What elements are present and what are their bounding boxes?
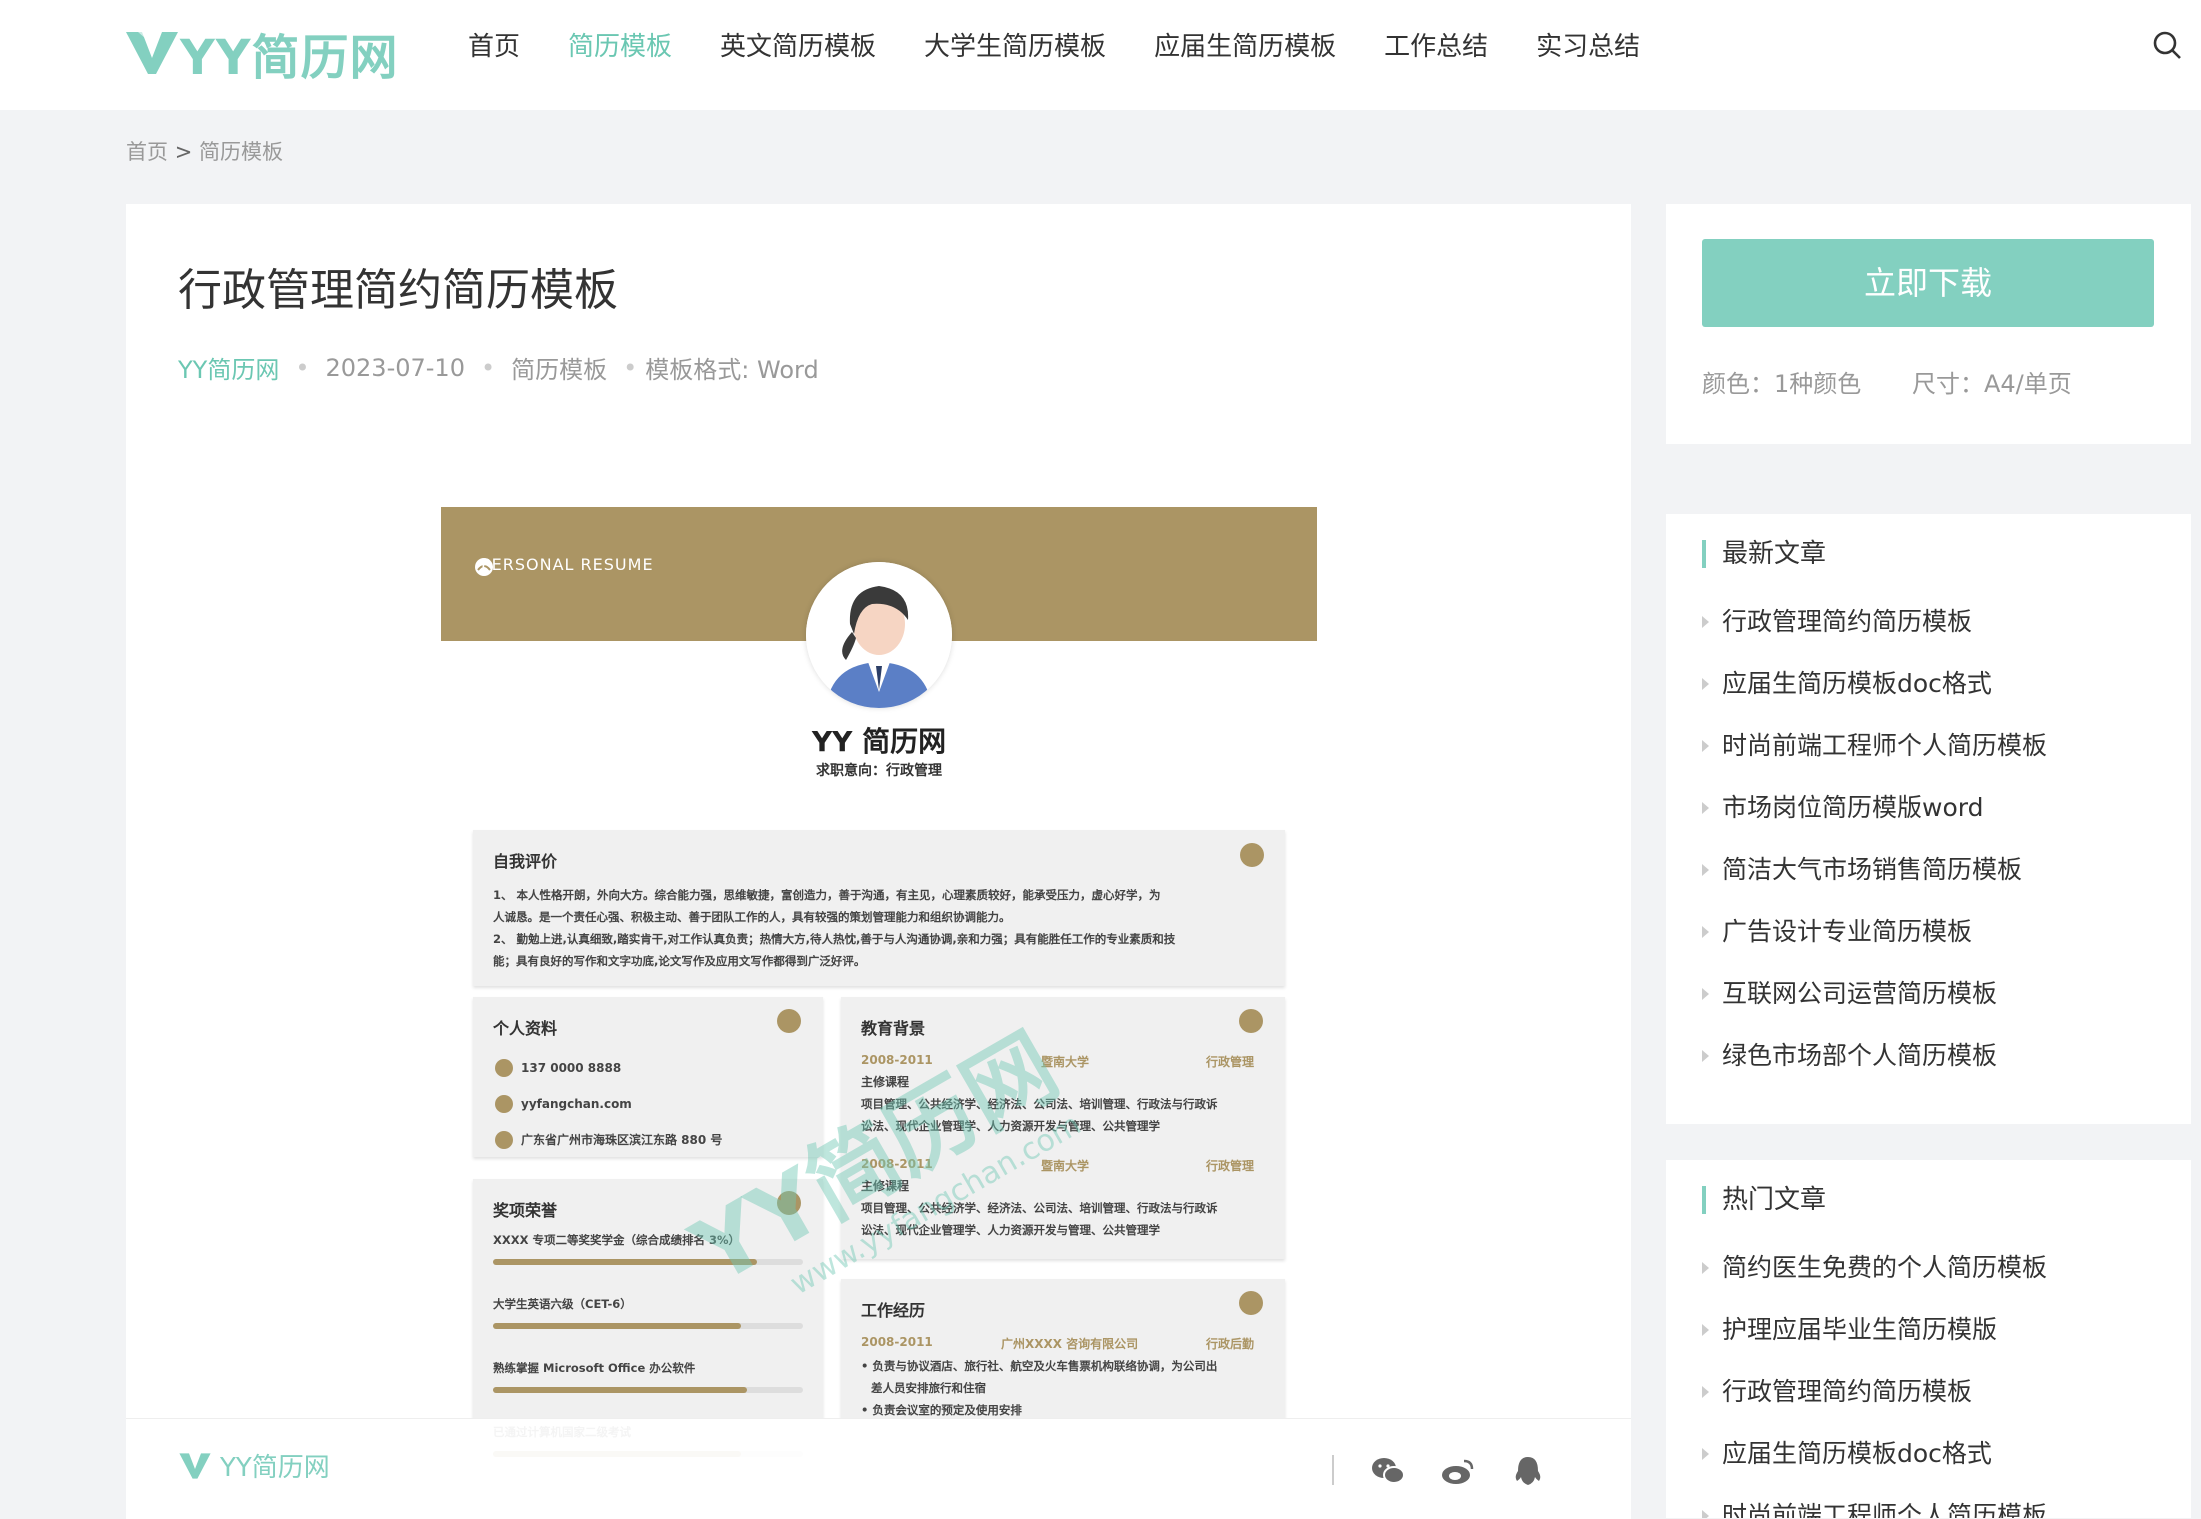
award-progress-track [493, 1387, 803, 1393]
article-link[interactable]: 时尚前端工程师个人简历模板 [1702, 1498, 2047, 1518]
logo-icon [126, 32, 178, 74]
resume-section-title: 工作经历 [861, 1301, 926, 1320]
person-avatar-icon [806, 562, 952, 708]
download-button[interactable]: 立即下载 [1702, 239, 2154, 327]
download-card: 立即下载 颜色：1种颜色 尺寸：A4/单页 [1666, 204, 2191, 444]
work-line: • 负责与协议酒店、旅行社、航空及火车售票机构联络协调，为公司出 [861, 1359, 1218, 1373]
logo-icon [179, 1452, 211, 1479]
resume-eval-line: 2、 勤勉上进,认真细致,踏实肯干,对工作认真负责；热情大方,待人热忱,善于与人… [493, 932, 1176, 946]
color-info: 颜色：1种颜色 [1702, 370, 1862, 398]
location-icon [495, 1131, 513, 1149]
article-link[interactable]: 行政管理简约简历模板 [1702, 1374, 2047, 1436]
article-link[interactable]: 时尚前端工程师个人简历模板 [1702, 728, 2047, 790]
meta-dot: • [295, 353, 310, 382]
article-link[interactable]: 简洁大气市场销售简历模板 [1702, 852, 2047, 914]
weibo-icon[interactable] [1440, 1455, 1476, 1487]
breadcrumb-separator: > [174, 140, 193, 164]
document-icon [777, 1009, 801, 1033]
edu-major: 行政管理 [1206, 1159, 1255, 1173]
meta-dot: • [480, 353, 496, 382]
breadcrumb-current[interactable]: 简历模板 [199, 140, 283, 164]
article-link[interactable]: 护理应届毕业生简历模版 [1702, 1312, 2047, 1374]
mail-icon [495, 1095, 513, 1113]
breadcrumb-home[interactable]: 首页 [126, 140, 168, 164]
article-link[interactable]: 应届生简历模板doc格式 [1702, 666, 2047, 728]
nav-item[interactable]: 首页 [468, 27, 520, 67]
work-role: 行政后勤 [1206, 1337, 1255, 1351]
article-link[interactable]: 行政管理简约简历模板 [1702, 604, 2047, 666]
award-progress-track [493, 1323, 803, 1329]
resume-name: YY 简历网 [811, 725, 947, 758]
search-icon[interactable] [2152, 30, 2182, 60]
footer-logo[interactable]: YY简历网 [178, 1447, 330, 1484]
resume-intent: 求职意向：行政管理 [816, 763, 942, 779]
work-line: 差人员安排旅行和住宿 [871, 1381, 986, 1395]
award-progress-fill [493, 1323, 741, 1329]
briefcase-icon [1239, 1291, 1263, 1315]
latest-articles-list: 行政管理简约简历模板 应届生简历模板doc格式 时尚前端工程师个人简历模板 市场岗位简… [1702, 604, 2047, 1100]
nav-item[interactable]: 大学生简历模板 [924, 27, 1106, 67]
article-link[interactable]: 互联网公司运营简历模板 [1702, 976, 2047, 1038]
nav-item[interactable]: 简历模板 [568, 27, 672, 67]
resume-avatar [806, 562, 952, 708]
resume-eval-line: 1、 本人性格开朗，外向大方。综合能力强，思维敏捷，富创造力，善于沟通，有主见，… [493, 888, 1161, 902]
breadcrumb: 首页 > 简历模板 [126, 136, 283, 166]
resume-eval-line: 能；具有良好的写作和文字功底,论文写作及应用文写作都得到广泛好评。 [493, 954, 866, 968]
article-meta: YY简历网 • 2023-07-10 • 简历模板 • 模板格式: Word [178, 350, 819, 385]
user-icon [1240, 843, 1264, 867]
size-info: 尺寸：A4/单页 [1912, 370, 2072, 398]
article-link[interactable]: 应届生简历模板doc格式 [1702, 1436, 2047, 1498]
phone-icon [495, 1059, 513, 1077]
hot-articles-title: 热门文章 [1702, 1186, 1826, 1214]
resume-info-section: 个人资料 137 0000 8888 yyfangchan.com 广东省广州市… [473, 997, 823, 1157]
resume-eval-line: 人诚恳。是一个责任心强、积极主动、善于团队工作的人，具有较强的策划管理能力和组织… [493, 910, 1011, 924]
latest-articles-card: 最新文章 行政管理简约简历模板 应届生简历模板doc格式 时尚前端工程师个人简历模板… [1666, 514, 2191, 1124]
main-nav: 首页 简历模板 英文简历模板 大学生简历模板 应届生简历模板 工作总结 实习总结 [468, 27, 1688, 67]
award-label: 熟练掌握 Microsoft Office 办公软件 [493, 1361, 696, 1375]
hot-articles-list: 简约医生免费的个人简历模板 护理应届毕业生简历模版 行政管理简约简历模板 应届生简历模… [1702, 1250, 2047, 1518]
resume-eval-section: 自我评价 1、 本人性格开朗，外向大方。综合能力强，思维敏捷，富创造力，善于沟通… [473, 830, 1285, 986]
bottom-share-bar: YY简历网 [126, 1418, 1631, 1519]
article-link[interactable]: 绿色市场部个人简历模板 [1702, 1038, 2047, 1100]
article-link[interactable]: 广告设计专业简历模板 [1702, 914, 2047, 976]
article-title: 行政管理简约简历模板 [178, 265, 618, 316]
meta-dot: • [623, 353, 638, 382]
resume-section-title: 奖项荣誉 [493, 1201, 558, 1220]
footer-logo-text: YY简历网 [220, 1453, 330, 1483]
nav-item[interactable]: 应届生简历模板 [1154, 27, 1336, 67]
resume-banner-text: PERSONAL RESUME [481, 555, 654, 574]
resume-preview-image: PERSONAL RESUME YY 简历网 求职意向：行政管理 自我评价 1、… [441, 507, 1317, 1518]
resume-section-title: 个人资料 [493, 1019, 558, 1038]
article-author[interactable]: YY简历网 [178, 350, 279, 385]
article-category[interactable]: 简历模板 [511, 350, 607, 385]
award-progress-fill [493, 1387, 748, 1393]
nav-item[interactable]: 实习总结 [1536, 27, 1640, 67]
resume-address: 广东省广州市海珠区滨江东路 880 号 [521, 1133, 723, 1147]
qq-icon[interactable] [1510, 1455, 1546, 1487]
hot-articles-card: 热门文章 简约医生免费的个人简历模板 护理应届毕业生简历模版 行政管理简约简历模板应… [1666, 1160, 2191, 1518]
resume-phone: 137 0000 8888 [521, 1061, 622, 1075]
edu-major: 行政管理 [1206, 1055, 1255, 1069]
site-header: YY简历网 首页 简历模板 英文简历模板 大学生简历模板 应届生简历模板 工作总结 实习总结 [0, 0, 2201, 110]
nav-item[interactable]: 英文简历模板 [720, 27, 876, 67]
work-period: 2008-2011 [861, 1335, 933, 1349]
award-label: 大学生英语六级（CET-6） [493, 1297, 632, 1311]
latest-articles-title: 最新文章 [1702, 540, 1826, 568]
graduation-cap-icon [1239, 1009, 1263, 1033]
article-date: 2023-07-10 [325, 353, 465, 382]
article-link[interactable]: 简约医生免费的个人简历模板 [1702, 1250, 2047, 1312]
site-logo[interactable]: YY简历网 [124, 18, 399, 88]
article-format: 模板格式: Word [645, 356, 819, 384]
resume-email: yyfangchan.com [521, 1097, 632, 1111]
article-card: 行政管理简约简历模板 YY简历网 • 2023-07-10 • 简历模板 • 模… [126, 204, 1631, 1518]
resume-section-title: 教育背景 [861, 1019, 926, 1038]
work-company: 广州XXXX 咨询有限公司 [1001, 1337, 1139, 1351]
wechat-icon[interactable] [1370, 1455, 1406, 1487]
article-link[interactable]: 市场岗位简历模版word [1702, 790, 2047, 852]
divider [1332, 1455, 1334, 1485]
resume-section-title: 自我评价 [493, 852, 558, 871]
logo-text: YY简历网 [180, 30, 399, 86]
nav-item[interactable]: 工作总结 [1384, 27, 1488, 67]
